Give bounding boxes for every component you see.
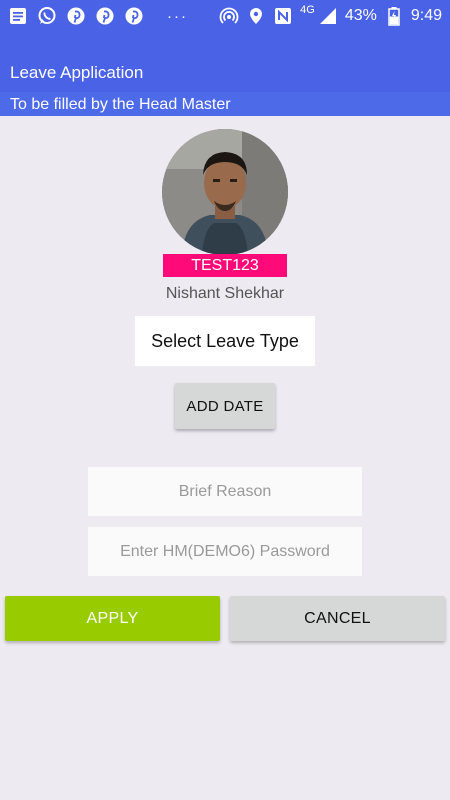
battery-percent: 43%: [344, 7, 377, 24]
clock: 9:49: [410, 7, 442, 24]
cancel-button[interactable]: CANCEL: [230, 596, 445, 641]
employee-code-badge: TEST123: [163, 254, 287, 277]
employee-name: Nishant Shekhar: [165, 285, 285, 302]
whatsapp-icon: [37, 6, 57, 26]
network-type: 4G: [300, 4, 315, 16]
status-right-icons: 4G 43% 9:49: [219, 4, 442, 26]
subtitle-band: To be filled by the Head Master: [0, 92, 450, 116]
nfc-icon: [273, 6, 293, 26]
pinterest-icon: [66, 6, 86, 26]
location-icon: [246, 6, 266, 26]
password-input[interactable]: Enter HM(DEMO6) Password: [88, 527, 362, 576]
add-date-button[interactable]: ADD DATE: [175, 383, 275, 429]
page-subtitle: To be filled by the Head Master: [10, 96, 231, 113]
pinterest-icon: [95, 6, 115, 26]
avatar-photo: [162, 129, 288, 255]
apply-button[interactable]: APPLY: [5, 596, 220, 641]
battery-icon: [384, 6, 404, 26]
status-left-icons: ···: [8, 6, 202, 26]
status-bar: ··· 4G 43% 9:49: [0, 0, 450, 32]
notes-icon: [8, 6, 28, 26]
pinterest-icon: [124, 6, 144, 26]
avatar: [162, 129, 288, 255]
signal-icon: [318, 6, 338, 26]
more-notifications-indicator: ···: [167, 7, 188, 25]
reason-input[interactable]: Brief Reason: [88, 467, 362, 516]
leave-type-select[interactable]: Select Leave Type: [135, 316, 315, 366]
hotspot-icon: [219, 6, 239, 26]
page-title: Leave Application: [10, 63, 144, 82]
app-header: Leave Application To be filled by the He…: [0, 32, 450, 116]
